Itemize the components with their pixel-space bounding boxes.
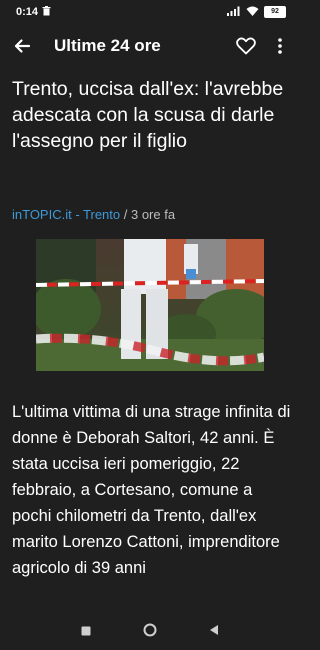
- article-image[interactable]: [36, 239, 264, 371]
- status-left: 0:14: [16, 5, 51, 19]
- top-app-bar: Ultime 24 ore: [0, 24, 300, 68]
- status-time: 0:14: [16, 6, 39, 18]
- article-body: L'ultima vittima di una strage infinita …: [12, 403, 291, 577]
- triangle-back-icon[interactable]: [209, 623, 219, 641]
- article-source-link[interactable]: inTOPIC.it - Trento: [12, 207, 120, 222]
- status-right: 92: [227, 6, 286, 19]
- wifi-icon: [246, 6, 259, 19]
- article-time-ago: 3 ore fa: [130, 207, 176, 222]
- status-bar: 0:14 92: [0, 0, 300, 24]
- heart-outline-icon[interactable]: [234, 34, 258, 58]
- toolbar-title: Ultime 24 ore: [54, 36, 161, 55]
- circle-icon[interactable]: [143, 623, 157, 642]
- trash-icon: [42, 5, 51, 19]
- content-fade: [0, 606, 300, 614]
- square-icon[interactable]: [81, 623, 91, 641]
- signal-icon: [227, 6, 241, 19]
- battery-icon: 92: [264, 6, 286, 18]
- meta-separator: /: [120, 207, 131, 222]
- arrow-left-icon[interactable]: [8, 32, 36, 60]
- system-nav-bar: [0, 614, 300, 650]
- more-vert-icon[interactable]: [268, 34, 292, 58]
- article-headline: Trento, uccisa dall'ex: l'avrebbe adesca…: [12, 78, 284, 152]
- article-meta: inTOPIC.it - Trento / 3 ore fa: [12, 207, 175, 222]
- toolbar-actions: [234, 34, 292, 58]
